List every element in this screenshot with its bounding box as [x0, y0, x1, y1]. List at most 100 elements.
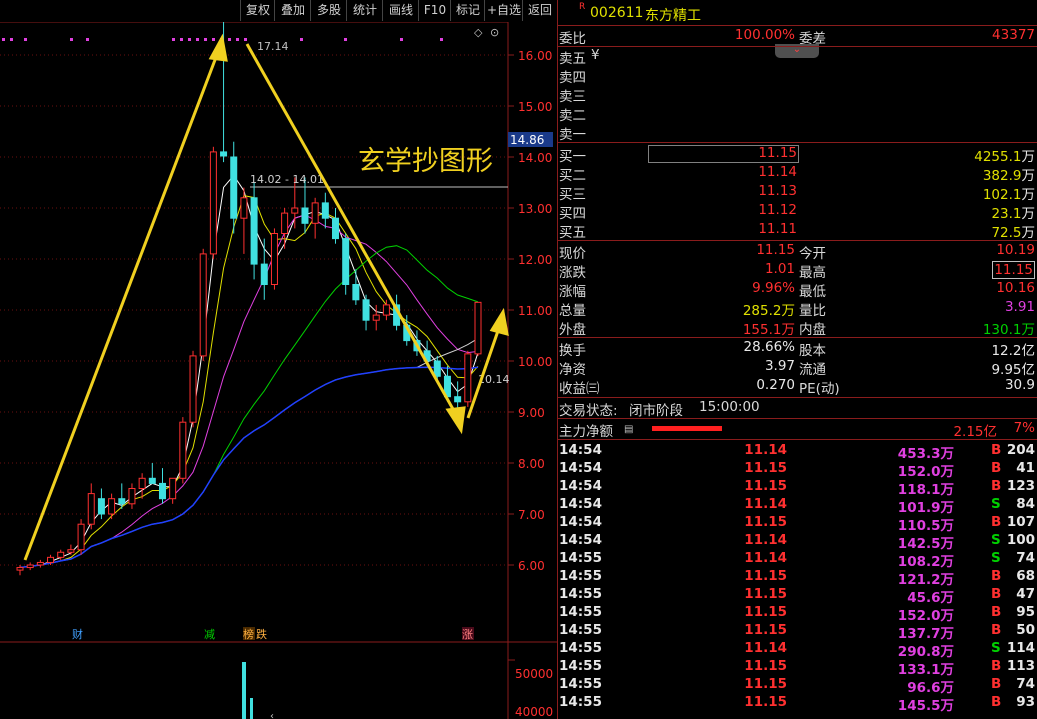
candle[interactable]	[260, 263, 268, 286]
draw-line-button[interactable]: 画线	[382, 0, 419, 21]
tick-volume: 142.5万	[897, 536, 954, 552]
fund-label: 收益㈢	[559, 381, 600, 397]
candle[interactable]	[474, 301, 482, 355]
stat-value: 11.15	[992, 261, 1035, 279]
buy-volume: 72.5万	[991, 221, 1035, 241]
candlestick-chart[interactable]: 16.00 15.00 14.00 13.00 12.00 11.00 10.00 9.00 8…	[0, 0, 557, 719]
buy-price: 11.13	[758, 183, 797, 199]
buy-volume: 4255.1万	[974, 145, 1035, 165]
candle[interactable]	[220, 151, 228, 157]
expand-icon[interactable]: ⊙	[490, 26, 499, 39]
tick-count: 41	[1016, 460, 1035, 476]
chart-toolbar: 复权 叠加 多股 统计 画线 F10 标记 +自选 返回	[0, 0, 557, 22]
candle[interactable]	[209, 151, 217, 255]
buy-row[interactable]: 买四 11.12 23.1万	[557, 202, 1037, 222]
candle[interactable]	[189, 355, 197, 423]
add-favorite-button[interactable]: +自选	[484, 0, 523, 21]
trade-status-row: 交易状态: 闭市阶段 15:00:00	[557, 399, 1037, 419]
candle[interactable]	[47, 556, 55, 563]
candle[interactable]	[454, 396, 462, 403]
tick-time: 14:55	[559, 694, 602, 710]
main-flow-pct: 7%	[1013, 420, 1035, 436]
candle[interactable]	[67, 549, 75, 553]
candle[interactable]	[240, 197, 248, 219]
tick-price: 11.15	[744, 676, 787, 692]
buy-row[interactable]: 买二 11.14 382.9万	[557, 164, 1037, 184]
candle[interactable]	[382, 304, 390, 316]
candle[interactable]	[230, 156, 238, 219]
tick-count: 93	[1016, 694, 1035, 710]
diamond-icon[interactable]: ◇	[474, 26, 483, 39]
price-tick-label: 11.00	[518, 304, 552, 318]
buy-label: 买一	[559, 149, 586, 165]
candle[interactable]	[158, 482, 166, 500]
buy-row[interactable]: 买一 11.15 4255.1万	[557, 145, 1037, 165]
tick-volume: 137.7万	[897, 626, 954, 642]
tick-side: B	[991, 676, 1002, 692]
candle[interactable]	[352, 284, 360, 301]
signal-dot	[70, 38, 73, 41]
candle[interactable]	[199, 253, 207, 357]
event-drop: 跌	[256, 627, 267, 641]
signal-dot	[196, 38, 199, 41]
menu-icon[interactable]: ▤	[624, 424, 633, 435]
candle[interactable]	[128, 488, 136, 505]
candle[interactable]	[169, 477, 177, 500]
candle[interactable]	[97, 498, 105, 515]
buy-volume: 102.1万	[983, 183, 1035, 203]
candle[interactable]	[57, 551, 65, 558]
signal-dot	[300, 38, 303, 41]
candle[interactable]	[342, 238, 350, 286]
tick-volume: 290.8万	[897, 644, 954, 660]
candle[interactable]	[36, 561, 44, 566]
fund-row: 换手 28.66% 股本 12.2亿	[557, 339, 1037, 359]
main-flow-row: 主力净额 ▤ 2.15亿 7%	[557, 420, 1037, 440]
signal-dot	[244, 38, 247, 41]
stat-row: 现价 11.15 今开 10.19	[557, 242, 1037, 262]
stock-name: 东方精工	[645, 8, 701, 24]
fund-value: 3.97	[764, 358, 795, 374]
tick-count: 123	[1006, 478, 1035, 494]
candle[interactable]	[291, 207, 299, 214]
stat-value: 10.19	[996, 242, 1035, 258]
candle[interactable]	[77, 523, 85, 551]
candle[interactable]	[138, 477, 146, 489]
candle[interactable]	[148, 477, 156, 484]
tick-volume: 145.5万	[897, 698, 954, 714]
candle[interactable]	[362, 299, 370, 321]
candle[interactable]	[16, 567, 24, 571]
candle[interactable]	[270, 233, 278, 285]
candle[interactable]	[332, 217, 340, 240]
back-button[interactable]: 返回	[522, 0, 557, 21]
candle[interactable]	[281, 212, 289, 235]
candle[interactable]	[321, 202, 329, 219]
tick-volume: 121.2万	[897, 572, 954, 588]
candle[interactable]	[372, 314, 380, 321]
candle[interactable]	[433, 360, 441, 377]
high-price-label: 17.14	[257, 40, 289, 53]
tick-volume: 101.9万	[897, 500, 954, 516]
statistics-button[interactable]: 统计	[346, 0, 383, 21]
candle[interactable]	[179, 421, 187, 479]
candle[interactable]	[301, 207, 309, 224]
candle[interactable]	[108, 498, 116, 515]
candle[interactable]	[311, 202, 319, 224]
signal-dot	[204, 38, 207, 41]
buy-row[interactable]: 买五 11.11 72.5万	[557, 221, 1037, 241]
tick-side: B	[991, 622, 1002, 638]
stat-label: 最高	[799, 265, 826, 281]
restore-rights-button[interactable]: 复权	[240, 0, 275, 21]
fund-label: 换手	[559, 343, 586, 359]
mark-button[interactable]: 标记	[450, 0, 485, 21]
f10-button[interactable]: F10	[418, 0, 451, 21]
tick-volume: 45.6万	[907, 590, 954, 606]
candle[interactable]	[118, 498, 126, 505]
event-rank: 榜	[243, 627, 254, 641]
candle[interactable]	[250, 197, 258, 265]
multi-stock-button[interactable]: 多股	[310, 0, 347, 21]
candle[interactable]	[26, 564, 34, 569]
candle[interactable]	[87, 493, 95, 525]
buy-row[interactable]: 买三 11.13 102.1万	[557, 183, 1037, 203]
overlay-button[interactable]: 叠加	[274, 0, 311, 21]
candle[interactable]	[464, 353, 472, 403]
